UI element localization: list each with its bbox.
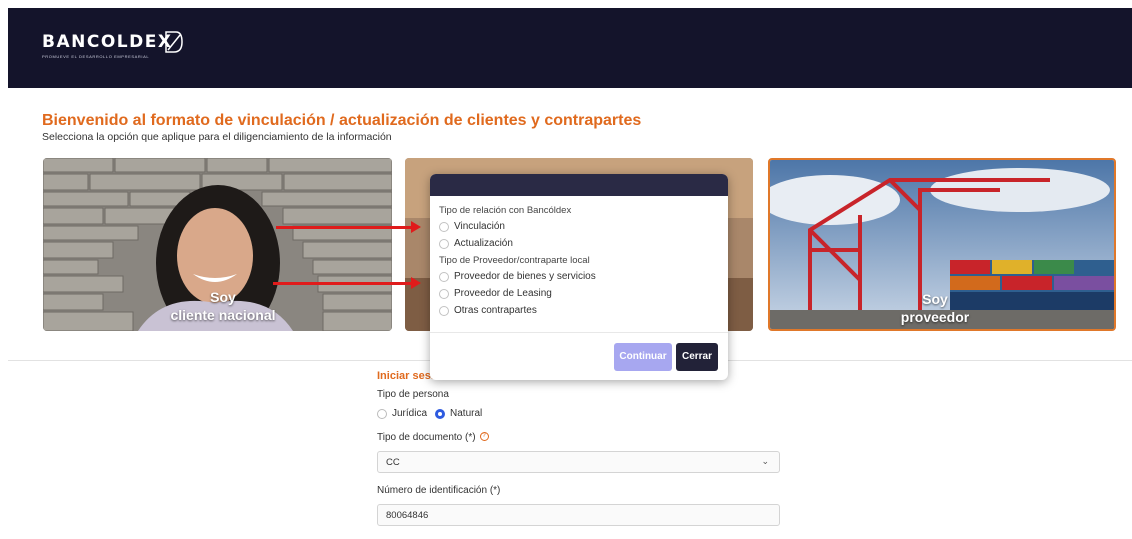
card-proveedor-label: Soy proveedor: [890, 290, 980, 326]
card-cliente-nacional[interactable]: Soy cliente nacional: [43, 158, 392, 331]
option-proveedor-bienes[interactable]: Proveedor de bienes y servicios: [439, 271, 719, 282]
radio-actualizacion[interactable]: [439, 238, 449, 249]
relation-type-label: Tipo de relación con Bancóldex: [439, 205, 572, 216]
option-otras-contrapartes-label: Otras contrapartes: [454, 305, 537, 316]
option-otras-contrapartes[interactable]: Otras contrapartes: [439, 305, 719, 316]
card-cliente-line1: Soy: [210, 289, 236, 305]
login-form: Iniciar sesión Tipo de persona Jurídica …: [377, 370, 782, 526]
bancoldex-logo[interactable]: BANCOLDEX PROMUEVE EL DESARROLLO EMPRESA…: [42, 31, 183, 59]
option-proveedor-bienes-label: Proveedor de bienes y servicios: [454, 271, 596, 282]
modal-body: Tipo de relación con Bancóldex Vinculaci…: [430, 196, 728, 316]
close-button[interactable]: Cerrar: [676, 343, 718, 371]
person-type-group: Jurídica Natural: [377, 408, 782, 419]
radio-juridica-label: Jurídica: [392, 408, 428, 419]
page-subtitle: Selecciona la opción que aplique para el…: [42, 131, 392, 143]
option-proveedor-leasing-label: Proveedor de Leasing: [454, 288, 552, 299]
card-proveedor-line1: Soy: [922, 291, 948, 307]
person-type-label: Tipo de persona: [377, 389, 449, 400]
id-label: Número de identificación (*): [377, 485, 501, 496]
modal-header: [430, 174, 728, 196]
radio-proveedor-bienes[interactable]: [439, 271, 449, 282]
radio-natural-label: Natural: [450, 408, 483, 419]
option-actualizacion[interactable]: Actualización: [439, 238, 719, 249]
doc-type-label: Tipo de documento (*): [377, 432, 476, 443]
page-title: Bienvenido al formato de vinculación / a…: [42, 112, 642, 129]
card-cliente-line2: cliente nacional: [170, 307, 276, 323]
provider-type-label: Tipo de Proveedor/contraparte local: [439, 255, 590, 266]
option-vinculacion-label: Vinculación: [454, 221, 505, 232]
radio-proveedor-leasing[interactable]: [439, 288, 449, 299]
id-number-input[interactable]: 80064846: [377, 504, 780, 526]
arrow-to-vinculacion: [276, 221, 421, 233]
brand-tagline: PROMUEVE EL DESARROLLO EMPRESARIAL: [42, 54, 150, 59]
top-navbar: BANCOLDEX PROMUEVE EL DESARROLLO EMPRESA…: [8, 8, 1132, 88]
brand-mark-icon: [165, 31, 183, 53]
help-icon[interactable]: ?: [479, 432, 489, 441]
doc-type-select[interactable]: CC ⌄: [377, 451, 780, 473]
radio-natural[interactable]: [435, 408, 446, 419]
option-vinculacion[interactable]: Vinculación: [439, 221, 719, 232]
card-proveedor[interactable]: Soy proveedor: [768, 158, 1116, 331]
chevron-down-icon: ⌄: [761, 456, 769, 466]
card-cliente-label: Soy cliente nacional: [153, 288, 293, 324]
page: BANCOLDEX PROMUEVE EL DESARROLLO EMPRESA…: [8, 8, 1132, 539]
doc-type-label-row: Tipo de documento (*)?: [377, 432, 782, 443]
radio-vinculacion[interactable]: [439, 221, 449, 232]
card-proveedor-line2: proveedor: [900, 309, 970, 325]
radio-juridica[interactable]: [377, 408, 387, 419]
option-actualizacion-label: Actualización: [454, 238, 513, 249]
option-proveedor-leasing[interactable]: Proveedor de Leasing: [439, 288, 719, 299]
relation-type-modal: Tipo de relación con Bancóldex Vinculaci…: [430, 174, 728, 380]
radio-otras-contrapartes[interactable]: [439, 305, 449, 316]
doc-type-value: CC: [386, 457, 400, 468]
continue-button[interactable]: Continuar: [614, 343, 672, 371]
brand-name: BANCOLDEX: [42, 32, 173, 52]
modal-footer: Continuar Cerrar: [430, 332, 728, 380]
arrow-to-proveedor-bienes: [273, 277, 421, 289]
id-number-value: 80064846: [386, 510, 429, 521]
